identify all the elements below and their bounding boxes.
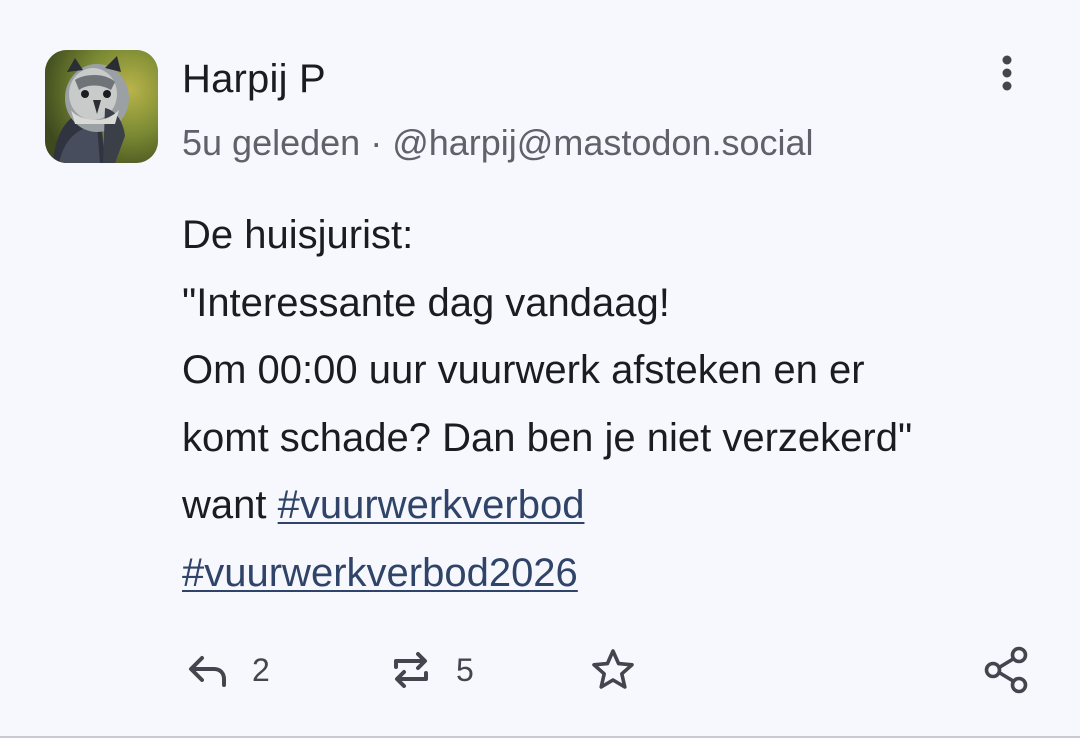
harpy-eagle-avatar-icon [45, 50, 158, 163]
more-vertical-icon [1002, 55, 1012, 91]
content-text: want [182, 483, 267, 527]
favourite-button[interactable] [590, 640, 636, 700]
content-line: #vuurwerkverbod2026 [182, 540, 1042, 608]
author-display-name[interactable]: Harpij P [182, 57, 326, 102]
reply-count: 2 [252, 651, 270, 688]
content-line: Om 00:00 uur vuurwerk afsteken en er [182, 348, 865, 392]
reply-icon [189, 656, 226, 687]
share-button[interactable] [982, 640, 1030, 700]
boost-count: 5 [456, 651, 474, 688]
post-content: De huisjurist: "Interessante dag vandaag… [182, 202, 1042, 607]
boost-icon [394, 652, 428, 688]
post-time[interactable]: 5u geleden [182, 122, 360, 163]
boost-button[interactable]: 5 [388, 640, 474, 700]
reply-button[interactable]: 2 [186, 640, 270, 700]
content-line: komt schade? Dan ben je niet verzekerd" [182, 415, 913, 460]
content-line: "Interessante dag vandaag! [182, 280, 670, 325]
content-line: De huisjurist: [182, 213, 414, 257]
hashtag-link[interactable]: #vuurwerkverbod [278, 483, 585, 527]
post-actions: 2 5 [0, 640, 1080, 700]
more-options-button[interactable] [986, 52, 1028, 94]
meta-separator: · [370, 122, 383, 163]
content-line: want #vuurwerkverbod [182, 472, 1042, 540]
hashtag-link[interactable]: #vuurwerkverbod2026 [182, 551, 578, 595]
post-card[interactable]: Harpij P 5u geleden · @harpij@mastodon.s… [0, 0, 1080, 736]
post-meta: 5u geleden · @harpij@mastodon.social [182, 122, 813, 164]
share-icon [984, 646, 1028, 694]
avatar[interactable] [45, 50, 158, 163]
author-handle[interactable]: @harpij@mastodon.social [392, 122, 813, 163]
star-icon [592, 649, 634, 689]
